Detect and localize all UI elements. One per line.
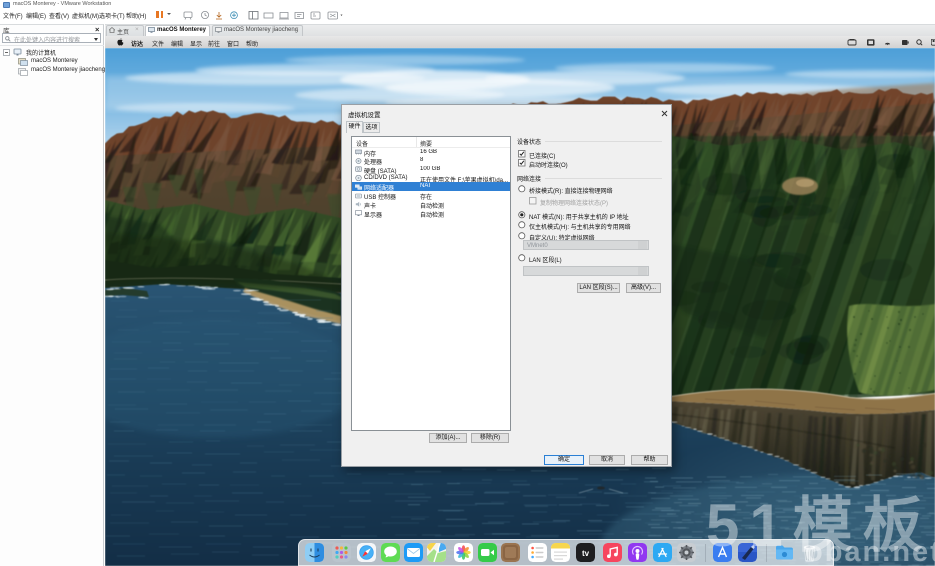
svg-text:tv: tv: [582, 549, 590, 558]
